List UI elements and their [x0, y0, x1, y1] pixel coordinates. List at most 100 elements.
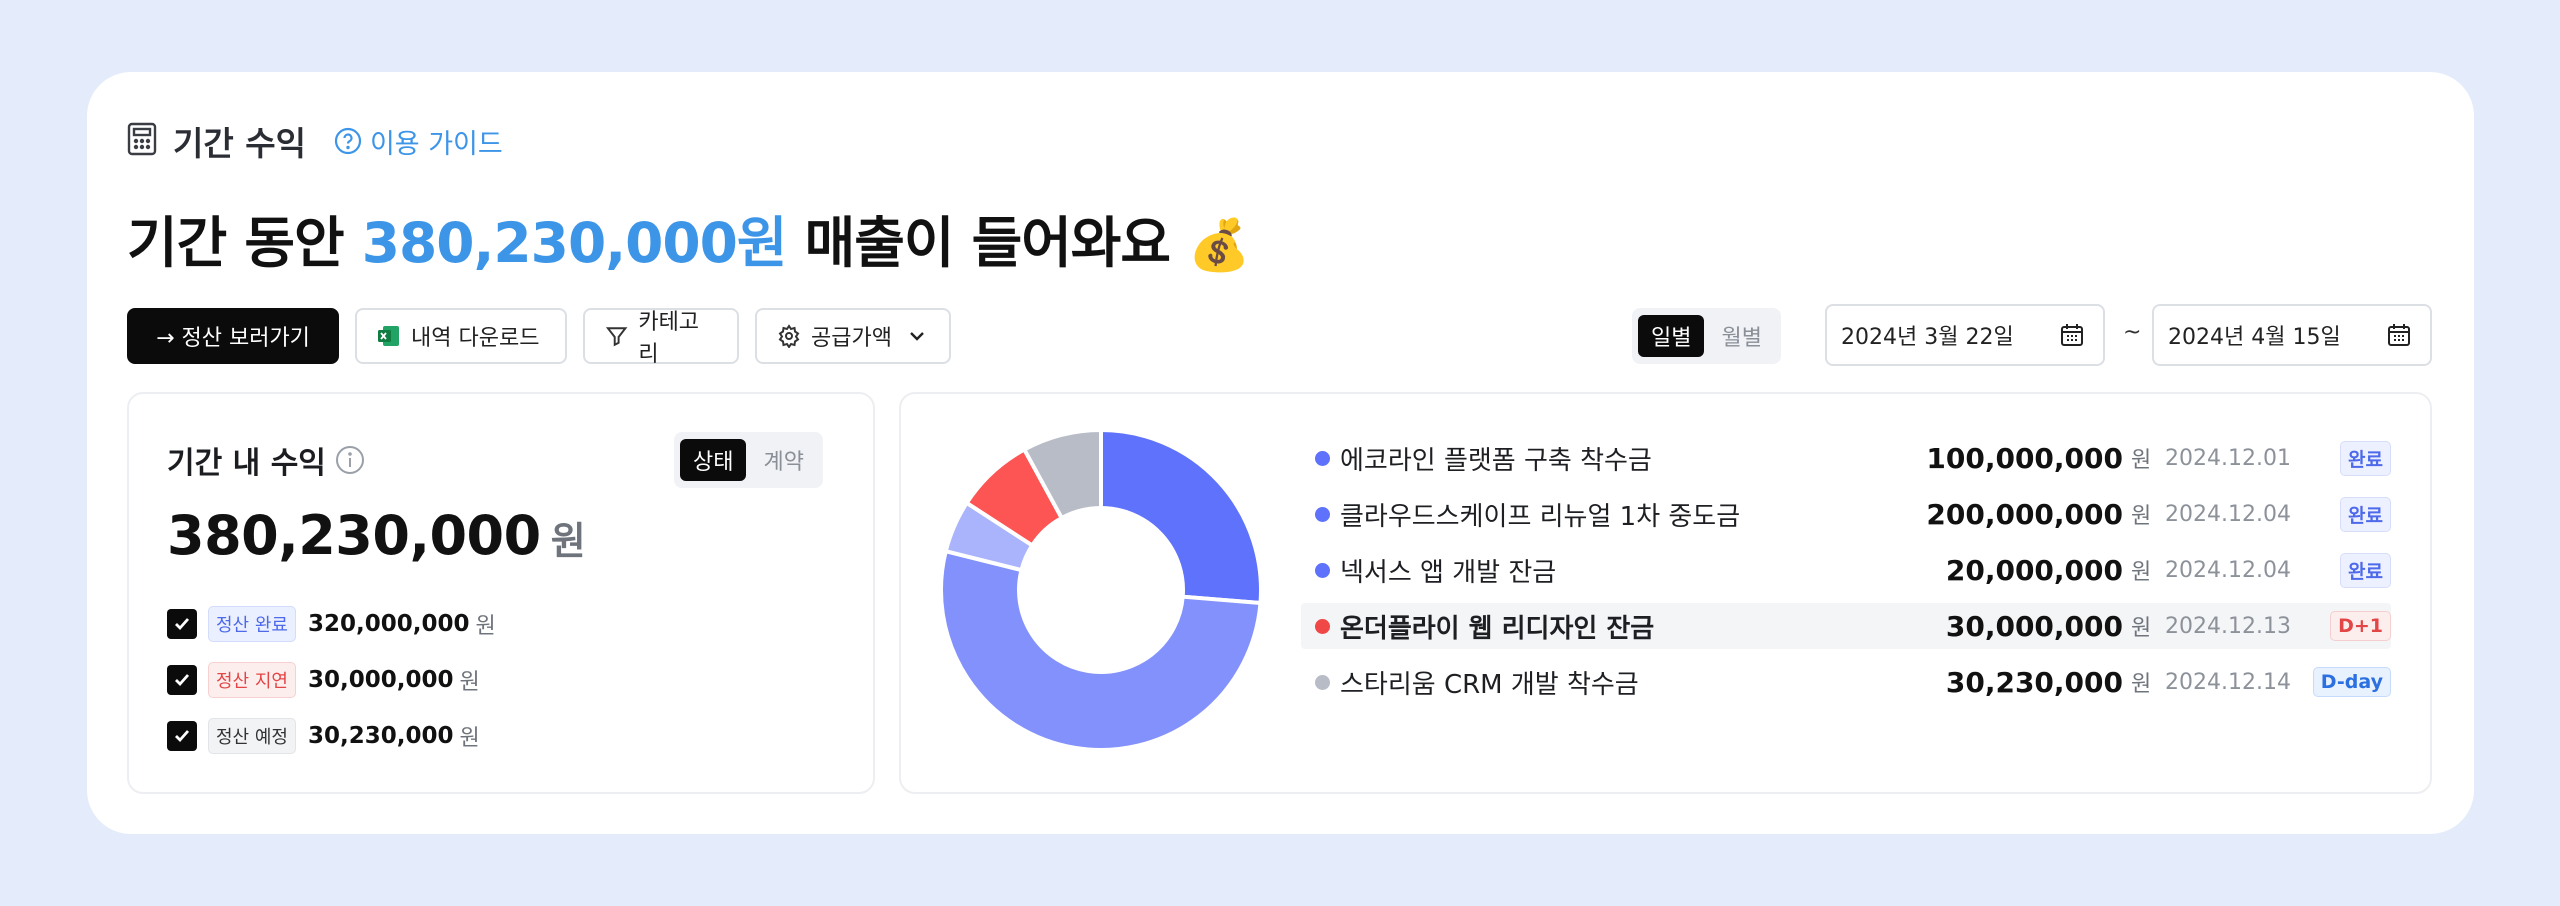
summary-title: 기간 내 수익 — [167, 446, 326, 481]
item-amount: 30,000,000 — [1945, 609, 2123, 643]
item-date: 2024.12.14 — [2165, 669, 2291, 695]
breakdown-panel: 에코라인 플랫폼 구축 착수금 100,000,000 원 2024.12.01… — [899, 392, 2432, 794]
tab-status[interactable]: 상태 — [680, 439, 747, 481]
total-amount: 380,230,000 — [167, 504, 541, 567]
item-unit: 원 — [2131, 672, 2152, 697]
item-amount: 30,230,000 — [1945, 665, 2123, 699]
summary-title-row: 기간 내 수익 — [167, 438, 366, 482]
download-button-label: 내역 다운로드 — [411, 326, 540, 351]
summary-total: 380,230,000 원 — [167, 504, 586, 567]
category-button[interactable]: 카테고리 — [583, 308, 739, 367]
summary-item: 정산 완료 320,000,000 원 — [167, 606, 496, 642]
filter-icon — [605, 327, 628, 347]
item-date: 2024.12.04 — [2165, 501, 2291, 527]
legend-dot — [1315, 562, 1330, 578]
chevron-down-icon — [910, 332, 924, 341]
start-date-value: 2024년 3월 22일 — [1841, 325, 2014, 350]
summary-item: 정산 지연 30,000,000 원 — [167, 662, 480, 698]
summary-panel: 기간 내 수익 상태 계약 380,230,000 원 정산 완료 320,00… — [127, 392, 875, 794]
donut-slice[interactable] — [1099, 428, 1263, 606]
toolbar: → 정산 보러가기 내역 다운로드 카테고리 공급가액 — [127, 308, 951, 367]
summary-item: 정산 예정 30,230,000 원 — [167, 718, 480, 754]
category-button-label: 카테고리 — [638, 310, 700, 367]
list-item[interactable]: 에코라인 플랫폼 구축 착수금 100,000,000 원 2024.12.01… — [1301, 435, 2391, 481]
supply-price-dropdown[interactable]: 공급가액 — [755, 308, 951, 364]
end-date-picker[interactable]: 2024년 4월 15일 — [2152, 304, 2432, 366]
summary-unit: 원 — [475, 614, 496, 639]
check-icon — [175, 674, 190, 687]
settle-button[interactable]: → 정산 보러가기 — [127, 308, 339, 364]
tab-contract[interactable]: 계약 — [750, 439, 816, 481]
summary-value: 30,230,000 — [307, 723, 454, 749]
item-name: 클라우드스케이프 리뉴얼 1차 중도금 — [1340, 501, 1741, 532]
summary-unit: 원 — [459, 726, 480, 751]
list-item[interactable]: 온더플라이 웹 리디자인 잔금 30,000,000 원 2024.12.13 … — [1301, 603, 2391, 649]
tab-monthly[interactable]: 월별 — [1708, 315, 1774, 357]
summary-value: 320,000,000 — [307, 611, 470, 637]
status-badge: 완료 — [2340, 496, 2391, 532]
item-unit: 원 — [2131, 560, 2152, 585]
excel-icon — [378, 326, 399, 346]
download-button[interactable]: 내역 다운로드 — [355, 308, 567, 364]
item-name: 넥서스 앱 개발 잔금 — [1340, 557, 1557, 588]
check-icon — [175, 730, 190, 743]
settle-button-label: → 정산 보러가기 — [156, 326, 310, 351]
summary-value: 30,000,000 — [307, 667, 454, 693]
date-range-separator: ~ — [2123, 320, 2142, 345]
checkbox-settled[interactable] — [167, 609, 197, 639]
list-item[interactable]: 넥서스 앱 개발 잔금 20,000,000 원 2024.12.04 완료 — [1301, 547, 2391, 593]
item-amount: 200,000,000 — [1926, 497, 2123, 531]
calendar-icon — [2388, 324, 2410, 346]
legend-dot — [1315, 506, 1330, 522]
status-tag: 정산 지연 — [208, 662, 296, 698]
legend-dot — [1315, 618, 1330, 634]
item-name: 스타리움 CRM 개발 착수금 — [1340, 669, 1639, 700]
headline-amount: 380,230,000원 — [361, 211, 788, 275]
item-name: 온더플라이 웹 리디자인 잔금 — [1340, 613, 1655, 644]
item-name: 에코라인 플랫폼 구축 착수금 — [1340, 445, 1652, 476]
money-bag-icon: 💰 — [1188, 216, 1250, 274]
checkbox-delayed[interactable] — [167, 665, 197, 695]
page-title: 기간 동안 380,230,000원 매출이 들어와요 💰 — [127, 198, 1250, 278]
calculator-icon — [127, 122, 157, 160]
supply-price-label: 공급가액 — [811, 326, 892, 351]
status-badge: 완료 — [2340, 440, 2391, 476]
headline-prefix: 기간 동안 — [127, 211, 362, 275]
list-item[interactable]: 클라우드스케이프 리뉴얼 1차 중도금 200,000,000 원 2024.1… — [1301, 491, 2391, 537]
item-unit: 원 — [2131, 448, 2152, 473]
help-icon — [334, 127, 362, 155]
check-icon — [175, 618, 190, 631]
item-amount: 20,000,000 — [1945, 553, 2123, 587]
status-badge: D-day — [2312, 667, 2391, 697]
item-unit: 원 — [2131, 616, 2152, 641]
card-header: 기간 수익 이용 가이드 — [127, 116, 503, 166]
item-date: 2024.12.01 — [2165, 445, 2291, 471]
end-date-value: 2024년 4월 15일 — [2168, 325, 2341, 350]
donut-chart — [939, 428, 1263, 752]
status-badge: D+1 — [2330, 611, 2391, 641]
tab-daily[interactable]: 일별 — [1638, 315, 1705, 357]
list-item[interactable]: 스타리움 CRM 개발 착수금 30,230,000 원 2024.12.14 … — [1301, 659, 2391, 705]
checkbox-scheduled[interactable] — [167, 721, 197, 751]
item-unit: 원 — [2131, 504, 2152, 529]
summary-unit: 원 — [459, 670, 480, 695]
legend-dot — [1315, 674, 1330, 690]
section-title: 기간 수익 — [173, 124, 306, 163]
usage-guide-label: 이용 가이드 — [369, 128, 503, 160]
item-amount: 100,000,000 — [1926, 441, 2123, 475]
info-icon[interactable] — [334, 444, 366, 476]
summary-toggle: 상태 계약 — [674, 432, 823, 488]
status-tag: 정산 완료 — [208, 606, 296, 642]
revenue-card: 기간 수익 이용 가이드 기간 동안 380,230,000원 매출이 들어와요… — [87, 72, 2474, 834]
item-date: 2024.12.04 — [2165, 557, 2291, 583]
status-badge: 완료 — [2340, 552, 2391, 588]
calendar-icon — [2061, 324, 2083, 346]
view-toggle: 일별 월별 — [1632, 308, 1781, 364]
status-tag: 정산 예정 — [208, 718, 296, 754]
usage-guide-link[interactable]: 이용 가이드 — [334, 122, 503, 161]
total-unit: 원 — [550, 519, 586, 563]
headline-suffix: 매출이 들어와요 — [786, 211, 1171, 275]
legend-dot — [1315, 450, 1330, 466]
item-date: 2024.12.13 — [2165, 613, 2291, 639]
start-date-picker[interactable]: 2024년 3월 22일 — [1825, 304, 2105, 366]
